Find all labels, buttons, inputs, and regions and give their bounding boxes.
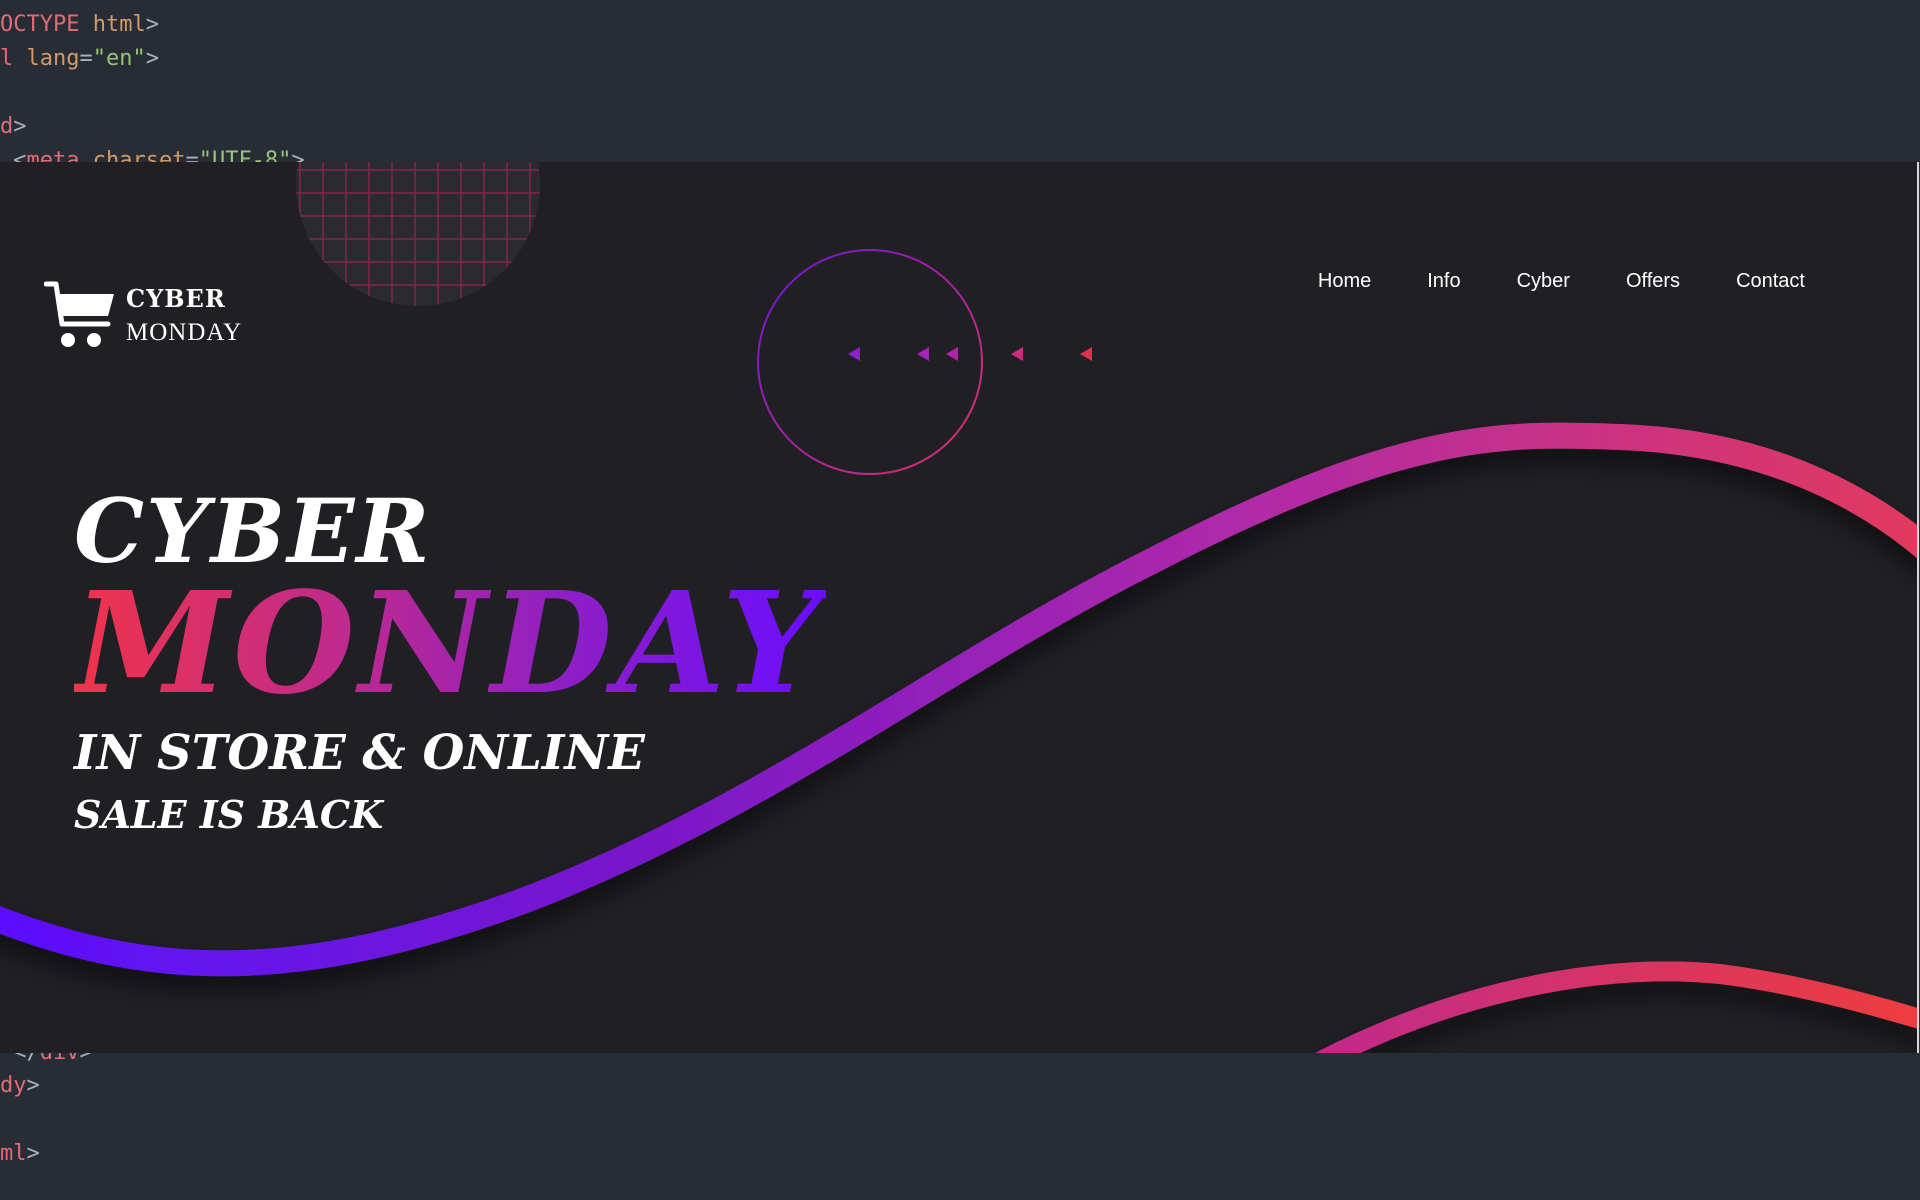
code-token-punc: >	[145, 12, 159, 37]
website-preview: CYBER MONDAY Home Info Cyber Offers Cont…	[0, 162, 1917, 1053]
code-token-tag: l	[0, 46, 14, 71]
logo-subtitle: MONDAY	[126, 319, 243, 346]
code-token-tag: dy	[0, 1073, 27, 1098]
arrow-decorations	[848, 347, 1092, 361]
nav-link-cyber[interactable]: Cyber	[1517, 270, 1570, 293]
logo-title: CYBER	[126, 284, 226, 313]
code-token-punc: >	[145, 46, 159, 71]
code-token-tag: OCTYPE	[0, 12, 80, 37]
code-token-string: "en"	[92, 46, 146, 71]
nav-link-offers[interactable]: Offers	[1626, 270, 1680, 293]
nav-link-info[interactable]: Info	[1427, 270, 1460, 293]
code-token-punc: >	[26, 1073, 40, 1098]
code-token-text: html	[79, 12, 146, 37]
shopping-cart-icon	[44, 281, 114, 347]
code-token-punc: =	[79, 46, 93, 71]
code-line: l lang="en">	[0, 44, 159, 74]
code-line: dy>	[0, 1071, 40, 1101]
hero-subtitle: IN STORE & ONLINE	[74, 725, 645, 781]
hero-tagline: SALE IS BACK	[74, 792, 384, 837]
main-navigation: Home Info Cyber Offers Contact	[1318, 270, 1805, 293]
ring-decoration	[757, 249, 983, 475]
logo-text: CYBER MONDAY	[126, 282, 242, 350]
hero-title-main: MONDAY	[74, 562, 826, 726]
nav-link-home[interactable]: Home	[1318, 270, 1371, 293]
hero-section: CYBER MONDAY IN STORE & ONLINE SALE IS B…	[74, 482, 826, 844]
code-token-tag: d	[0, 114, 14, 139]
grid-circle-decoration	[296, 162, 540, 306]
gradient-wave-lower	[1315, 961, 1917, 1053]
code-token-tag: ml	[0, 1141, 27, 1166]
site-logo[interactable]: CYBER MONDAY	[44, 280, 242, 352]
code-line: OCTYPE html>	[0, 10, 159, 40]
code-token-punc: >	[26, 1141, 40, 1166]
code-token-attr: lang	[13, 46, 80, 71]
code-line: d>	[0, 112, 27, 142]
code-token-punc: >	[13, 114, 27, 139]
code-line: ml>	[0, 1139, 40, 1169]
nav-link-contact[interactable]: Contact	[1736, 270, 1805, 293]
